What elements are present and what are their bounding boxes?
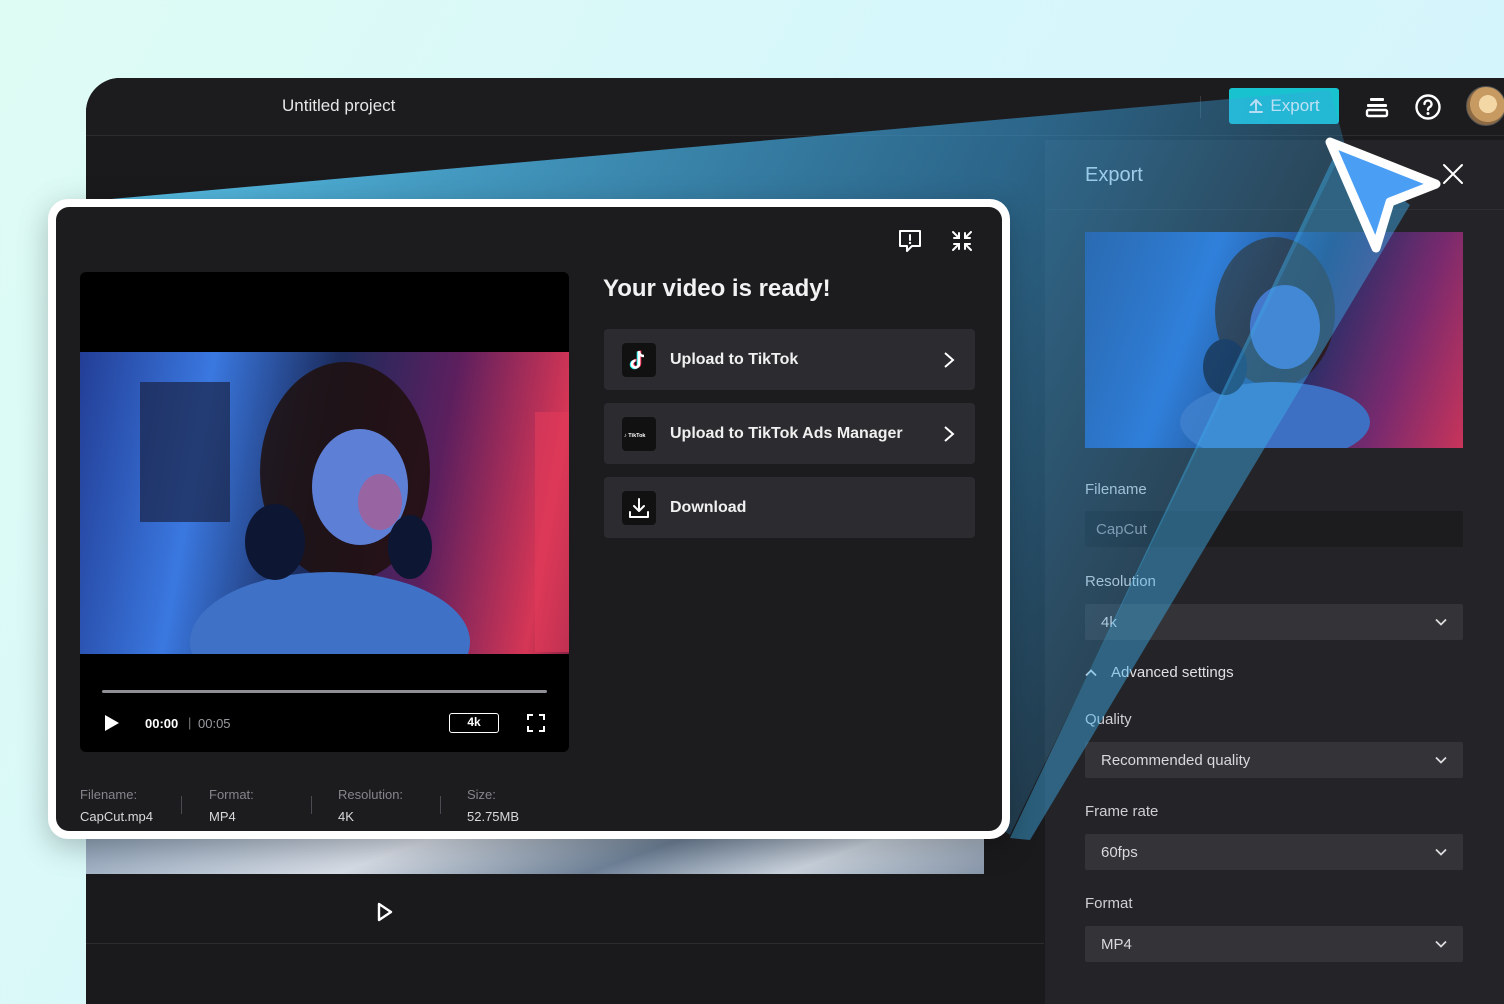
format-value: MP4 bbox=[1101, 936, 1132, 953]
quality-value: Recommended quality bbox=[1101, 752, 1251, 769]
ready-title: Your video is ready! bbox=[603, 275, 831, 302]
help-icon[interactable] bbox=[1413, 92, 1443, 122]
top-bar: Untitled project Export bbox=[86, 78, 1504, 136]
format-select[interactable]: MP4 bbox=[1085, 926, 1463, 962]
play-icon[interactable] bbox=[104, 714, 120, 732]
meta-filename: Filename: CapCut.mp4 bbox=[80, 787, 153, 824]
tiktok-business-mark: ♪ TikTok bbox=[624, 433, 646, 439]
download-icon bbox=[622, 490, 656, 525]
chevron-down-icon bbox=[1435, 756, 1447, 764]
filename-input[interactable]: CapCut bbox=[1085, 511, 1463, 547]
playback-bar bbox=[86, 874, 1044, 944]
user-avatar[interactable] bbox=[1466, 86, 1504, 126]
meta-resolution: Resolution: 4K bbox=[338, 787, 403, 824]
tiktok-icon bbox=[622, 342, 656, 377]
export-button[interactable]: Export bbox=[1229, 88, 1339, 124]
resolution-label: Resolution bbox=[1085, 573, 1156, 590]
meta-size-key: Size: bbox=[467, 787, 496, 802]
export-panel-title: Export bbox=[1085, 164, 1143, 186]
chevron-down-icon bbox=[1435, 618, 1447, 626]
quality-select[interactable]: Recommended quality bbox=[1085, 742, 1463, 778]
meta-divider bbox=[181, 796, 182, 814]
upload-tiktok-ads-label: Upload to TikTok Ads Manager bbox=[670, 424, 903, 442]
current-time: 00:00 bbox=[145, 716, 179, 731]
layers-icon[interactable] bbox=[1362, 92, 1392, 122]
download-label: Download bbox=[670, 498, 747, 516]
pointer-cursor-icon bbox=[1325, 137, 1441, 253]
meta-filename-key: Filename: bbox=[80, 787, 138, 802]
meta-format-value: MP4 bbox=[209, 809, 236, 824]
tiktok-business-icon: ♪ TikTok bbox=[622, 416, 656, 451]
chevron-down-icon bbox=[1435, 940, 1447, 948]
filename-label: Filename bbox=[1085, 481, 1147, 498]
export-thumbnail bbox=[1085, 232, 1463, 448]
meta-size: Size: 52.75MB bbox=[467, 787, 519, 824]
format-label: Format bbox=[1085, 895, 1133, 912]
advanced-settings-label: Advanced settings bbox=[1111, 664, 1234, 681]
play-icon[interactable] bbox=[376, 902, 394, 922]
meta-filename-value: CapCut.mp4 bbox=[80, 809, 153, 824]
feedback-icon[interactable] bbox=[896, 227, 924, 255]
upload-tiktok-ads-button[interactable]: ♪ TikTok Upload to TikTok Ads Manager bbox=[604, 403, 975, 464]
framerate-label: Frame rate bbox=[1085, 803, 1159, 820]
duration: 00:05 bbox=[198, 716, 231, 731]
meta-resolution-value: 4K bbox=[338, 809, 354, 824]
resolution-value: 4k bbox=[1101, 614, 1117, 631]
chevron-down-icon bbox=[1435, 848, 1447, 856]
export-button-label: Export bbox=[1270, 96, 1320, 115]
meta-size-value: 52.75MB bbox=[467, 809, 520, 824]
meta-divider bbox=[440, 796, 441, 814]
meta-divider bbox=[311, 796, 312, 814]
meta-resolution-key: Resolution: bbox=[338, 787, 404, 802]
project-title[interactable]: Untitled project bbox=[282, 96, 395, 116]
fullscreen-icon[interactable] bbox=[526, 713, 546, 733]
chevron-right-icon bbox=[944, 352, 955, 368]
quality-label: Quality bbox=[1085, 711, 1132, 728]
upload-tiktok-label: Upload to TikTok bbox=[670, 350, 799, 368]
chevron-right-icon bbox=[944, 426, 955, 442]
video-frame[interactable] bbox=[80, 352, 569, 654]
download-button[interactable]: Download bbox=[604, 477, 975, 538]
advanced-settings-toggle[interactable]: Advanced settings bbox=[1085, 664, 1234, 681]
resolution-badge[interactable]: 4k bbox=[449, 713, 499, 733]
canvas-preview bbox=[86, 838, 984, 874]
framerate-select[interactable]: 60fps bbox=[1085, 834, 1463, 870]
upload-tiktok-button[interactable]: Upload to TikTok bbox=[604, 329, 975, 390]
collapse-icon[interactable] bbox=[948, 227, 976, 255]
export-panel: Export Filename CapCut Resolution 4k Adv… bbox=[1045, 140, 1504, 1004]
progress-bar[interactable] bbox=[102, 690, 547, 693]
chevron-up-icon bbox=[1085, 668, 1097, 676]
meta-format-key: Format: bbox=[209, 787, 254, 802]
resolution-select[interactable]: 4k bbox=[1085, 604, 1463, 640]
framerate-value: 60fps bbox=[1101, 844, 1138, 861]
video-ready-card: 00:00 | 00:05 4k Your video is ready! Up… bbox=[56, 207, 1002, 831]
time-separator: | bbox=[188, 715, 192, 730]
video-ready-dialog: 00:00 | 00:05 4k Your video is ready! Up… bbox=[48, 199, 1010, 839]
upload-icon bbox=[1249, 99, 1264, 113]
topbar-divider bbox=[1200, 96, 1201, 118]
video-player: 00:00 | 00:05 4k bbox=[80, 272, 569, 752]
meta-format: Format: MP4 bbox=[209, 787, 254, 824]
